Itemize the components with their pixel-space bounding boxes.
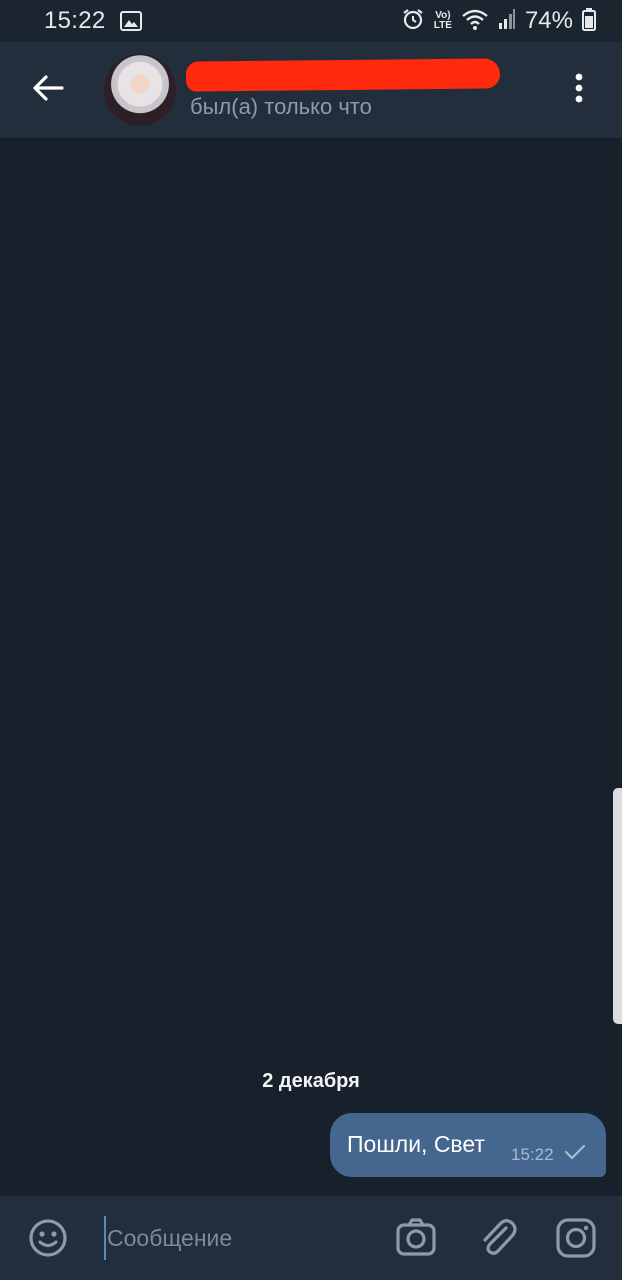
battery-icon <box>582 7 596 36</box>
emoji-icon <box>26 1219 70 1264</box>
scrollbar-thumb[interactable] <box>613 788 622 1024</box>
camera-icon <box>394 1218 438 1264</box>
attach-button[interactable] <box>476 1214 520 1260</box>
volte-icon: Vo) LTE <box>434 11 452 31</box>
back-button[interactable] <box>26 70 70 110</box>
status-bar: 15:22 Vo) LTE 74% <box>0 0 622 42</box>
check-icon <box>564 1143 586 1166</box>
composer <box>0 1196 622 1280</box>
more-menu-button[interactable] <box>562 70 596 110</box>
message-time: 15:22 <box>511 1145 554 1164</box>
emoji-button[interactable] <box>26 1216 70 1260</box>
date-divider: 2 декабря <box>262 1070 360 1092</box>
message-list[interactable]: 2 декабря Пошли, Свет 15:22 <box>0 138 622 1196</box>
contact-avatar[interactable] <box>104 54 176 126</box>
redaction-mark <box>185 58 501 92</box>
alarm-icon <box>401 7 425 36</box>
status-icons: Vo) LTE 74% <box>401 7 596 36</box>
chat-screen: 15:22 Vo) LTE 74% был(а) только что 2 де… <box>0 0 622 1280</box>
volte-bottom-label: LTE <box>433 20 452 31</box>
message-text: Пошли, Свет <box>347 1131 485 1157</box>
signal-icon <box>498 8 516 35</box>
status-time: 15:22 <box>44 7 106 34</box>
contact-status: был(а) только что <box>190 94 372 119</box>
battery-percent: 74% <box>524 7 573 34</box>
attach-icon <box>476 1219 520 1264</box>
gallery-icon <box>119 11 142 31</box>
camera-button[interactable] <box>394 1216 438 1260</box>
message-input[interactable] <box>104 1216 374 1260</box>
instagram-button[interactable] <box>554 1216 598 1260</box>
more-vertical-icon <box>574 73 584 108</box>
wifi-icon <box>461 7 489 36</box>
instagram-icon <box>554 1218 598 1264</box>
back-arrow-icon <box>32 74 64 107</box>
chat-header: С был(а) только что <box>0 42 622 138</box>
message-bubble-outgoing[interactable]: Пошли, Свет 15:22 <box>330 1113 606 1177</box>
